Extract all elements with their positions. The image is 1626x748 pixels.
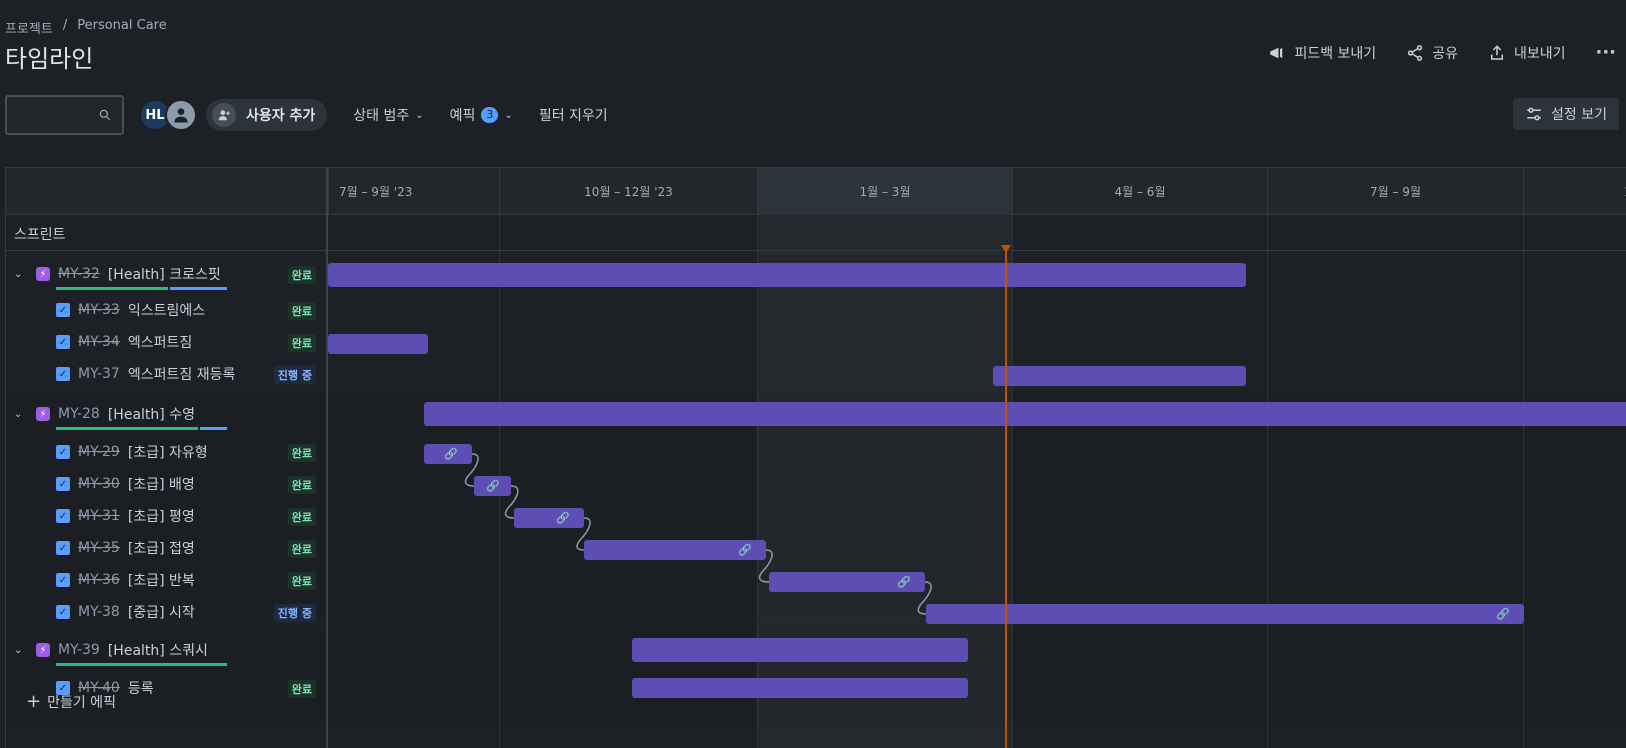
today-marker-line [1005, 249, 1007, 748]
status-category-label: 상태 범주 [353, 108, 410, 124]
epic-count-badge: 3 [481, 107, 499, 123]
search-input[interactable] [5, 95, 124, 135]
breadcrumb-project-name[interactable]: Personal Care [77, 18, 167, 37]
dependency-lines [464, 453, 932, 615]
add-user-label: 사용자 추가 [246, 108, 316, 124]
search-icon [99, 109, 111, 121]
view-settings-label: 설정 보기 [1551, 107, 1607, 123]
timeline-grid: 7월 – 9월 '23 10월 – 12월 '23 1월 – 3월 4월 – 6… [5, 167, 1626, 748]
status-category-dropdown[interactable]: 상태 범주 ⌄ [353, 105, 423, 125]
avatar-unknown-user[interactable] [165, 99, 197, 131]
clear-filters-button[interactable]: 필터 지우기 [539, 105, 608, 125]
share-button[interactable]: 공유 [1406, 43, 1458, 63]
megaphone-icon [1270, 47, 1283, 58]
breadcrumb: 프로젝트 / Personal Care [5, 18, 167, 37]
view-settings-button[interactable]: 설정 보기 [1513, 98, 1619, 130]
toolbar: HL 사용자 추가 상태 범주 ⌄ 예픽 3 ⌄ 필터 지우기 [5, 95, 608, 135]
top-actions: 피드백 보내기 공유 내보내기 ··· [1268, 42, 1616, 63]
user-icon [174, 108, 188, 123]
chevron-down-icon: ⌄ [504, 109, 513, 121]
export-button[interactable]: 내보내기 [1488, 43, 1566, 63]
export-icon [1490, 44, 1503, 60]
breadcrumb-separator: / [62, 18, 68, 33]
share-label: 공유 [1432, 45, 1458, 62]
page-title: 타임라인 [5, 45, 94, 73]
settings-sliders-icon [1527, 107, 1541, 121]
epic-dropdown[interactable]: 예픽 3 ⌄ [450, 105, 513, 125]
breadcrumb-project[interactable]: 프로젝트 [5, 18, 53, 37]
export-label: 내보내기 [1513, 45, 1566, 62]
feedback-label: 피드백 보내기 [1294, 45, 1377, 62]
share-icon [1408, 44, 1423, 61]
add-user-button[interactable]: 사용자 추가 [206, 99, 328, 131]
chevron-down-icon: ⌄ [415, 109, 424, 121]
feedback-button[interactable]: 피드백 보내기 [1268, 43, 1376, 63]
more-actions-button[interactable]: ··· [1595, 42, 1616, 63]
epic-label: 예픽 [449, 108, 476, 124]
add-user-icon [212, 103, 236, 127]
